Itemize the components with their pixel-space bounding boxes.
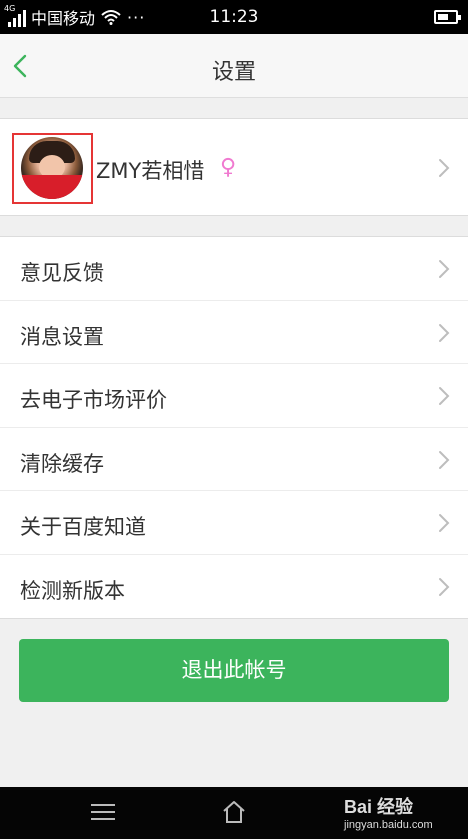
system-nav-bar: Bai 经验 jingyan.baidu.com [0, 787, 468, 839]
chevron-right-icon [439, 450, 450, 469]
profile-row[interactable]: ZMY若相惜 ♀ [0, 118, 468, 216]
chevron-right-icon [439, 260, 450, 278]
chevron-right-icon [439, 514, 450, 532]
watermark-brand: Bai 经验 [344, 797, 414, 817]
menu-item-label: 消息设置 [20, 324, 104, 349]
menu-item-label: 关于百度知道 [20, 515, 146, 539]
battery-icon [434, 10, 461, 24]
menu-item-label: 意见反馈 [20, 261, 104, 285]
chevron-right-icon [439, 387, 450, 405]
status-bar: 4G 中国移动 ··· 11:23 [0, 0, 468, 34]
menu-item-label: 检测新版本 [20, 578, 125, 603]
menu-item-about[interactable]: 关于百度知道 [0, 491, 468, 555]
home-icon[interactable] [221, 799, 247, 825]
menu-item-notification-settings[interactable]: 消息设置 [0, 301, 468, 364]
logout-button[interactable]: 退出此帐号 [19, 639, 449, 702]
username: ZMY若相惜 [96, 159, 205, 183]
settings-menu: 意见反馈 消息设置 去电子市场评价 清除缓存 关于百度知道 检测新版本 [0, 236, 468, 619]
menu-icon[interactable] [91, 804, 115, 824]
chevron-right-icon [439, 323, 450, 342]
menu-item-label: 去电子市场评价 [20, 388, 167, 412]
menu-item-check-update[interactable]: 检测新版本 [0, 555, 468, 619]
status-time: 11:23 [209, 7, 259, 27]
baidu-jingyan-watermark: Bai 经验 jingyan.baidu.com [344, 791, 460, 835]
avatar[interactable] [21, 137, 83, 199]
avatar-highlight-box [12, 133, 93, 204]
menu-item-label: 清除缓存 [20, 451, 104, 476]
app-header: 设置 [0, 34, 468, 98]
chevron-right-icon [439, 577, 450, 596]
watermark-site: jingyan.baidu.com [344, 819, 433, 831]
page-title: 设置 [211, 60, 256, 85]
menu-item-feedback[interactable]: 意见反馈 [0, 237, 468, 301]
chevron-right-icon [439, 159, 450, 177]
menu-item-rate-app[interactable]: 去电子市场评价 [0, 364, 468, 428]
female-gender-icon: ♀ [220, 155, 237, 180]
menu-item-clear-cache[interactable]: 清除缓存 [0, 428, 468, 491]
